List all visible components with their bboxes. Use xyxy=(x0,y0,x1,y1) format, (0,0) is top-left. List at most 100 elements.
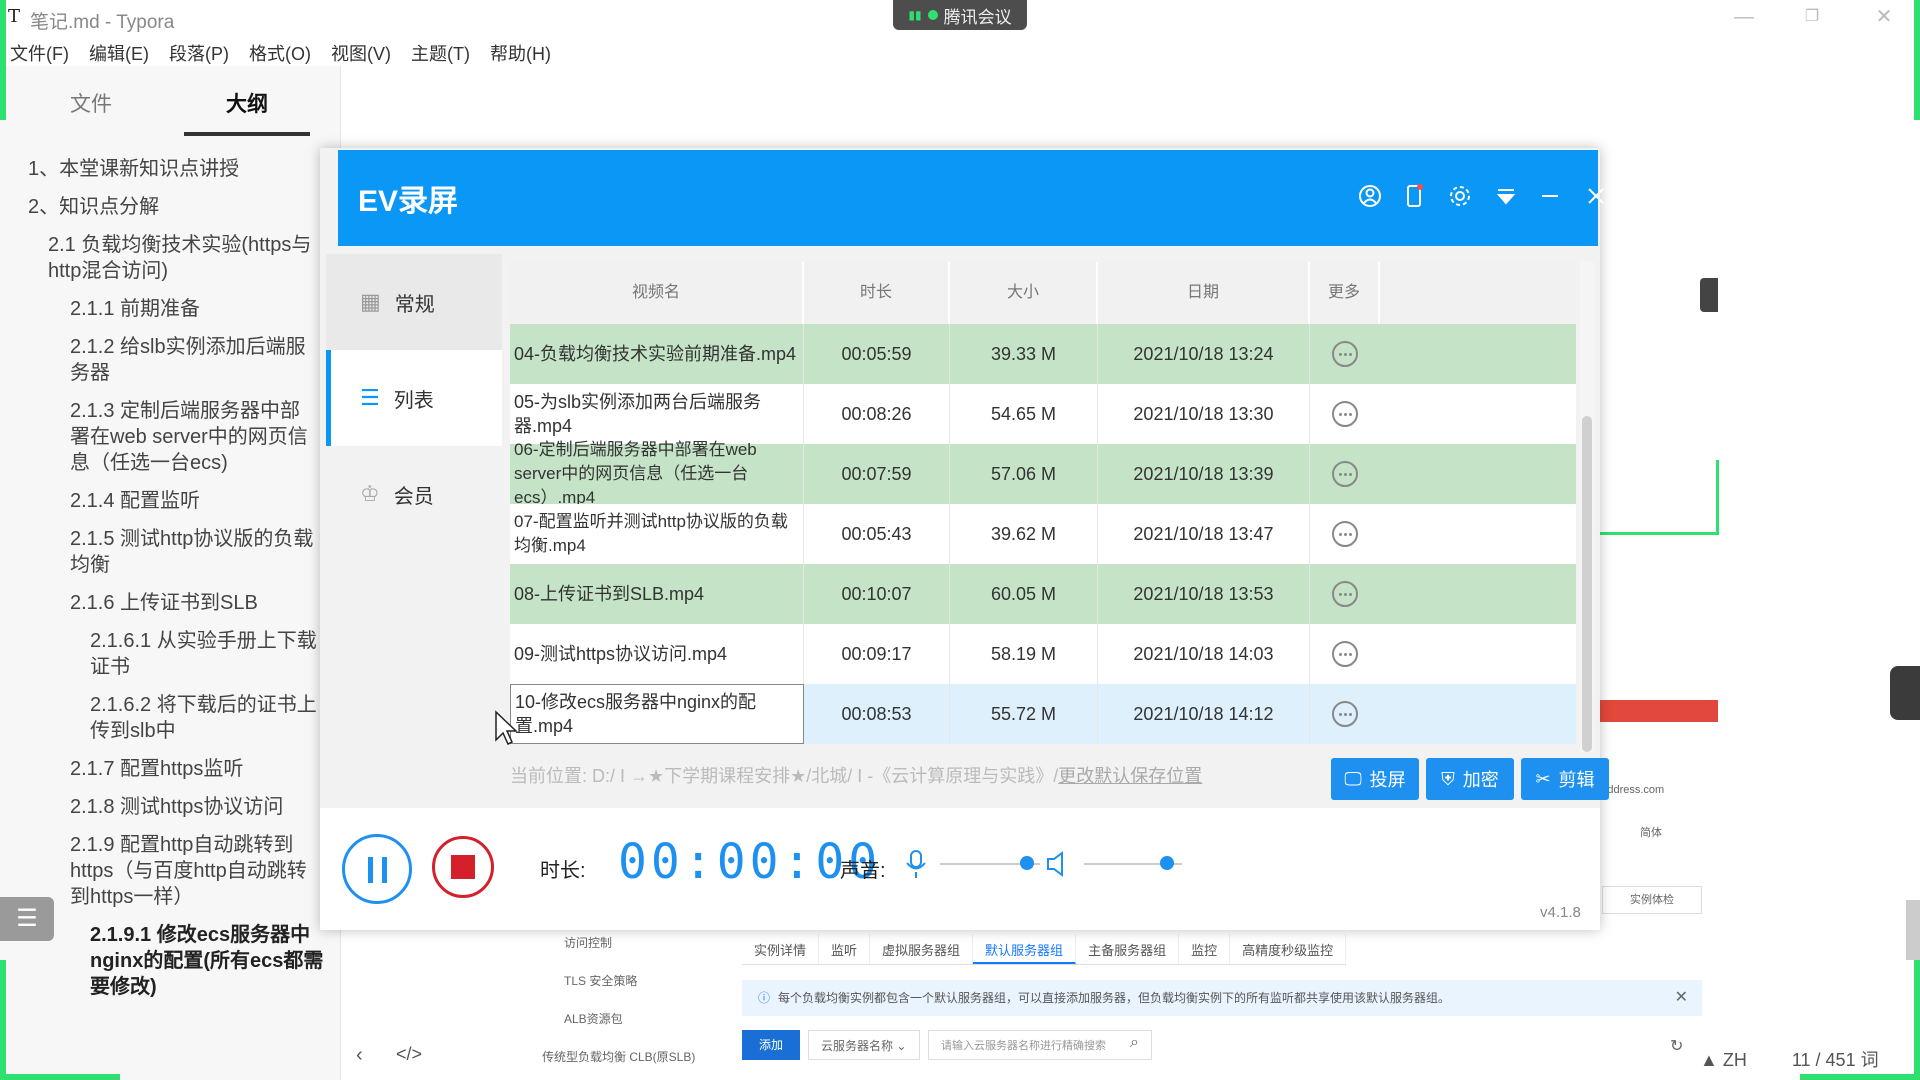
nav-list[interactable]: ☰ 列表 xyxy=(326,350,502,446)
nav-general[interactable]: ▦ 常规 xyxy=(326,254,502,350)
outline-item[interactable]: 2.1 负载均衡技术实验(https与http混合访问) xyxy=(48,232,330,284)
col-duration[interactable]: 时长 xyxy=(804,262,950,324)
change-save-location-link[interactable]: 更改默认保存位置 xyxy=(1058,766,1202,786)
monitor-icon: 🖵 xyxy=(1344,768,1362,789)
outline-toggle-icon[interactable]: ☰ xyxy=(0,897,54,941)
outline-item[interactable]: 2.1.2 给slb实例添加后端服务器 xyxy=(70,334,320,386)
add-server-button[interactable]: 添加 xyxy=(742,1030,800,1060)
more-options-icon[interactable] xyxy=(1332,521,1358,547)
page-scrollbar[interactable] xyxy=(1906,900,1920,960)
menu-edit[interactable]: 编辑(E) xyxy=(79,36,159,66)
menu-view[interactable]: 视图(V) xyxy=(321,36,401,66)
table-row[interactable]: 04-负载均衡技术实验前期准备.mp4 00:05:59 39.33 M 202… xyxy=(510,324,1576,384)
mobile-icon[interactable] xyxy=(1396,178,1432,214)
outline-item[interactable]: 2.1.6.1 从实验手册上下载证书 xyxy=(90,628,320,680)
table-row[interactable]: 07-配置监听并测试http协议版的负载均衡.mp4 00:05:43 39.6… xyxy=(510,504,1576,564)
console-tab[interactable]: 虚拟服务器组 xyxy=(870,934,974,964)
tab-files[interactable]: 文件 xyxy=(28,88,154,132)
col-date[interactable]: 日期 xyxy=(1098,262,1310,324)
nav-member-label: 会员 xyxy=(393,485,434,508)
edit-button[interactable]: ✂ 剪辑 xyxy=(1521,758,1609,800)
table-row[interactable]: 09-测试https协议访问.mp4 00:09:17 58.19 M 2021… xyxy=(510,624,1576,684)
outline-item[interactable]: 1、本堂课新知识点讲授 xyxy=(28,156,318,182)
recording-dot-icon xyxy=(927,10,938,20)
table-row[interactable]: 06-定制后端服务器中部署在web server中的网页信息（任选一台ecs）.… xyxy=(510,440,1576,507)
microphone-icon[interactable] xyxy=(904,848,928,880)
word-count[interactable]: 11 / 451 词 xyxy=(1792,1050,1879,1070)
speaker-slider-handle[interactable] xyxy=(1160,856,1174,870)
minimize-icon[interactable] xyxy=(1532,178,1568,214)
more-options-icon[interactable] xyxy=(1332,701,1358,727)
cell-name-editing[interactable]: 10-修改ecs服务器中nginx的配置.mp4 xyxy=(510,684,804,744)
instance-check-button[interactable]: 实例体检 xyxy=(1602,886,1702,914)
cast-button[interactable]: 🖵 投屏 xyxy=(1331,758,1419,800)
tab-outline[interactable]: 大纲 xyxy=(184,88,310,136)
console-menu-item[interactable]: 访问控制 xyxy=(564,934,612,951)
console-tab[interactable]: 主备服务器组 xyxy=(1076,934,1180,964)
more-options-icon[interactable] xyxy=(1332,341,1358,367)
outline-item[interactable]: 2、知识点分解 xyxy=(28,194,318,220)
cell-name: 05-为slb实例添加两台后端服务器.mp4 xyxy=(510,384,804,444)
speaker-icon[interactable] xyxy=(1044,848,1072,880)
col-size[interactable]: 大小 xyxy=(950,262,1098,324)
menu-format[interactable]: 格式(O) xyxy=(239,36,321,66)
table-row-selected[interactable]: 10-修改ecs服务器中nginx的配置.mp4 00:08:53 55.72 … xyxy=(510,684,1576,744)
menu-help[interactable]: 帮助(H) xyxy=(480,36,561,66)
more-options-icon[interactable] xyxy=(1332,581,1358,607)
table-row[interactable]: 05-为slb实例添加两台后端服务器.mp4 00:08:26 54.65 M … xyxy=(510,384,1576,444)
outline-item[interactable]: 2.1.6.2 将下载后的证书上传到slb中 xyxy=(90,692,320,744)
menu-paragraph[interactable]: 段落(P) xyxy=(159,36,239,66)
side-handle[interactable] xyxy=(1700,278,1718,312)
console-tab[interactable]: 高精度秒级监控 xyxy=(1230,934,1347,964)
nav-member[interactable]: ♔ 会员 xyxy=(326,446,502,542)
more-options-icon[interactable] xyxy=(1332,461,1358,487)
chevron-left-icon[interactable]: ‹ xyxy=(356,1044,363,1067)
more-options-icon[interactable] xyxy=(1332,641,1358,667)
outline-item[interactable]: 2.1.1 前期准备 xyxy=(70,296,320,322)
close-banner-icon[interactable]: ✕ xyxy=(1675,980,1688,1016)
console-menu-item[interactable]: ALB资源包 xyxy=(564,1010,623,1027)
search-icon[interactable]: ⌕ xyxy=(1130,1034,1139,1052)
source-code-icon[interactable]: </> xyxy=(396,1044,422,1065)
close-icon[interactable]: ✕ xyxy=(1866,2,1902,32)
stop-button[interactable] xyxy=(432,836,494,898)
more-options-icon[interactable] xyxy=(1332,401,1358,427)
restore-icon[interactable]: ❐ xyxy=(1794,2,1830,32)
cell-size: 39.33 M xyxy=(950,324,1098,384)
outline-item[interactable]: 2.1.9 配置http自动跳转到https（与百度http自动跳转到https… xyxy=(70,832,320,910)
meeting-side-panel-handle[interactable] xyxy=(1890,666,1920,720)
refresh-icon[interactable]: ↻ xyxy=(1670,1036,1683,1056)
server-filter-select[interactable]: 云服务器名称 ⌄ xyxy=(808,1030,920,1060)
lang-text: 简体 xyxy=(1640,827,1662,839)
console-tab[interactable]: 监控 xyxy=(1179,934,1231,964)
outline-item[interactable]: 2.1.8 测试https协议访问 xyxy=(70,794,320,820)
outline-item[interactable]: 2.1.6 上传证书到SLB xyxy=(70,590,320,616)
mic-slider-handle[interactable] xyxy=(1020,856,1034,870)
console-menu-item[interactable]: TLS 安全策略 xyxy=(564,972,637,989)
table-row[interactable]: 08-上传证书到SLB.mp4 00:10:07 60.05 M 2021/10… xyxy=(510,564,1576,624)
outline-item[interactable]: 2.1.5 测试http协议版的负载均衡 xyxy=(70,526,320,578)
table-scroll-thumb[interactable] xyxy=(1582,416,1592,752)
outline-item-active[interactable]: 2.1.9.1 修改ecs服务器中nginx的配置(所有ecs都需要修改) xyxy=(90,922,334,1000)
console-tab[interactable]: 实例详情 xyxy=(742,934,820,964)
menu-theme[interactable]: 主题(T) xyxy=(401,36,480,66)
meeting-pill[interactable]: ▮▮ 腾讯会议 xyxy=(893,0,1027,30)
console-tab[interactable]: 监听 xyxy=(819,934,871,964)
minimize-icon[interactable]: — xyxy=(1726,2,1762,32)
close-icon[interactable] xyxy=(1578,178,1614,214)
encrypt-button[interactable]: ⛨ 加密 xyxy=(1426,758,1514,800)
pause-button[interactable] xyxy=(342,834,412,904)
collapse-icon[interactable] xyxy=(1488,178,1524,214)
gear-icon[interactable] xyxy=(1442,178,1478,214)
menu-file[interactable]: 文件(F) xyxy=(0,36,79,66)
outline-item[interactable]: 2.1.4 配置监听 xyxy=(70,488,320,514)
console-menu-item[interactable]: 传统型负载均衡 CLB(原SLB) xyxy=(542,1048,695,1065)
server-search-input[interactable]: 请输入云服务器名称进行精确搜索 xyxy=(928,1030,1152,1060)
user-icon[interactable] xyxy=(1352,178,1388,214)
console-tab-active[interactable]: 默认服务器组 xyxy=(973,934,1077,964)
cell-name: 04-负载均衡技术实验前期准备.mp4 xyxy=(510,324,804,384)
lang-indicator[interactable]: ZH xyxy=(1723,1050,1747,1070)
outline-item[interactable]: 2.1.3 定制后端服务器中部署在web server中的网页信息（任选一台ec… xyxy=(70,398,320,476)
outline-item[interactable]: 2.1.7 配置https监听 xyxy=(70,756,320,782)
col-name[interactable]: 视频名 xyxy=(510,262,804,324)
